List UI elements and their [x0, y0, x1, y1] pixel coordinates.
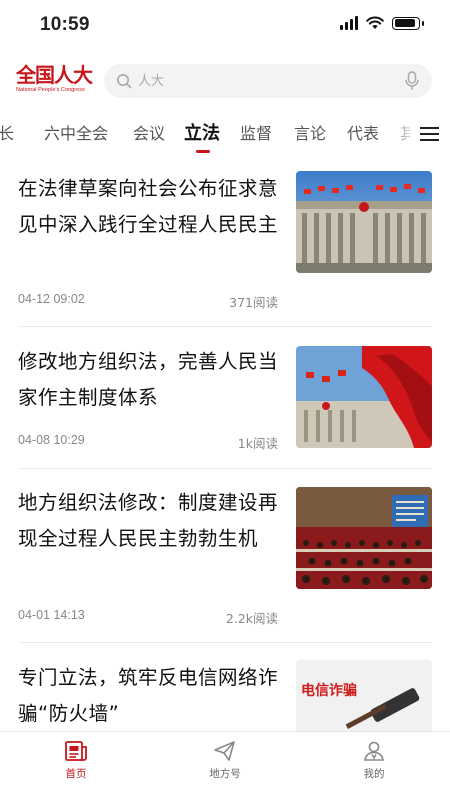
article-title[interactable]: 地方组织法修改：制度建设再现全过程人民民主勃勃生机 — [18, 485, 280, 557]
tab-partial-left[interactable]: 长 — [0, 120, 14, 144]
article-title[interactable]: 修改地方组织法，完善人民当家作主制度体系 — [18, 344, 280, 416]
search-bar[interactable] — [104, 64, 432, 98]
article-item[interactable]: 修改地方组织法，完善人民当家作主制度体系 04-08 10:29 1k阅读 — [18, 344, 432, 451]
article-item[interactable]: 在法律草案向社会公布征求意见中深入践行全过程人民民主 04-12 09:02 3… — [18, 171, 432, 311]
gavel-image-text: 电信诈骗 — [301, 682, 357, 699]
app-header: 全国人大 National People's Congress — [0, 60, 450, 104]
nav-home[interactable]: 首页 — [36, 740, 116, 781]
article-reads: 371阅读 — [229, 295, 278, 310]
article-date: 04-12 09:02 — [18, 292, 85, 306]
article-item[interactable]: 专门立法，筑牢反电信网络诈骗“防火墙” 电信诈骗 — [18, 660, 432, 731]
newspaper-icon — [65, 741, 87, 761]
gavel-image: 电信诈骗 — [296, 660, 432, 731]
search-input[interactable] — [138, 64, 388, 98]
article-thumbnail[interactable] — [296, 346, 432, 448]
tab-meetings[interactable]: 会议 — [133, 120, 165, 144]
tab-speeches[interactable]: 言论 — [294, 120, 326, 144]
wifi-icon — [366, 16, 384, 29]
category-tabs: 长 六中全会 会议 立法 监督 言论 代表 其 — [0, 112, 450, 156]
article-thumbnail[interactable] — [296, 487, 432, 589]
building-with-flags-image — [296, 171, 432, 273]
red-flags-great-hall-image — [296, 346, 432, 448]
article-date: 04-01 14:13 — [18, 608, 85, 622]
article-title[interactable]: 在法律草案向社会公布征求意见中深入践行全过程人民民主 — [18, 171, 280, 243]
tab-supervision[interactable]: 监督 — [240, 120, 272, 144]
divider — [18, 642, 432, 643]
nav-local[interactable]: 地方号 — [185, 740, 265, 781]
nav-profile-label: 我的 — [363, 768, 385, 780]
logo-subtitle: National People's Congress — [16, 87, 85, 93]
article-title[interactable]: 专门立法，筑牢反电信网络诈骗“防火墙” — [18, 660, 280, 731]
tab-sixth-plenary[interactable]: 六中全会 — [44, 120, 108, 144]
article-item[interactable]: 地方组织法修改：制度建设再现全过程人民民主勃勃生机 04-01 14:13 2.… — [18, 485, 432, 626]
article-reads: 2.2k阅读 — [225, 611, 278, 626]
nav-profile[interactable]: 我的 — [334, 740, 414, 781]
microphone-icon[interactable] — [404, 71, 420, 91]
article-reads: 1k阅读 — [237, 436, 278, 451]
bottom-nav: 首页 地方号 我的 — [0, 731, 450, 801]
article-thumbnail[interactable] — [296, 171, 432, 273]
app-logo[interactable]: 全国人大 National People's Congress — [16, 64, 96, 100]
status-time: 10:59 — [40, 14, 90, 35]
assembly-hall-image — [296, 487, 432, 589]
article-date: 04-08 10:29 — [18, 433, 85, 447]
status-bar: 10:59 — [0, 0, 450, 50]
divider — [18, 468, 432, 469]
tab-deputies[interactable]: 代表 — [347, 120, 379, 144]
status-icons — [340, 16, 424, 30]
nav-home-label: 首页 — [65, 768, 87, 780]
search-icon — [117, 74, 132, 89]
active-tab-indicator — [196, 150, 210, 153]
battery-icon — [392, 16, 424, 30]
nav-local-label: 地方号 — [209, 768, 241, 780]
signal-icon — [340, 16, 358, 30]
user-icon — [364, 741, 384, 761]
paper-plane-icon — [214, 741, 235, 761]
tab-legislation[interactable]: 立法 — [184, 119, 220, 145]
divider — [18, 326, 432, 327]
logo-text: 全国人大 — [16, 63, 93, 87]
menu-button[interactable] — [410, 112, 450, 156]
article-thumbnail[interactable]: 电信诈骗 — [296, 660, 432, 731]
